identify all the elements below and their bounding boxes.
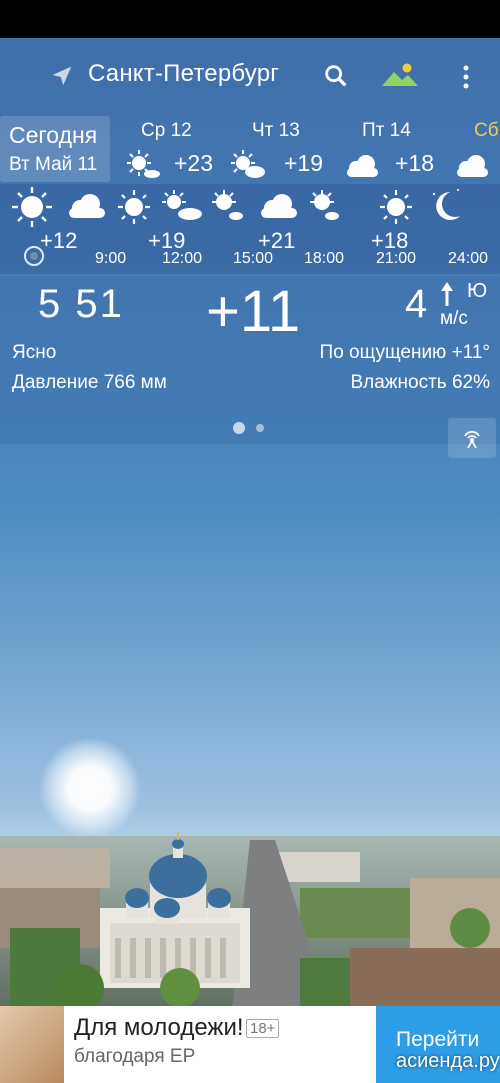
day-friday[interactable]: Пт 14 +18 — [340, 118, 440, 182]
hour-time: 21:00 — [376, 250, 417, 267]
sun-cloud-icon — [212, 190, 243, 220]
cloud-icon — [69, 194, 105, 218]
sun-glow — [40, 738, 140, 838]
current-temperature: +11 — [206, 279, 301, 344]
wind-direction: Ю — [467, 280, 488, 302]
hour-time: 18:00 — [304, 250, 345, 267]
day-wednesday[interactable]: Ср 12 +23 — [124, 118, 224, 182]
hour-time: 15:00 — [233, 250, 274, 267]
day-saturday[interactable]: Сб — [452, 118, 500, 182]
day-name: Сб — [474, 120, 499, 141]
hour-time: 24:00 — [448, 250, 489, 267]
current-conditions-panel[interactable]: 5 51 +11 4 Ю м/с Ясно По ощущению +11° Д… — [0, 276, 500, 444]
landscape-icon[interactable] — [380, 60, 420, 90]
location-arrow-icon[interactable] — [48, 62, 76, 90]
wind-speed: 4 — [405, 282, 428, 326]
page-indicator-active — [233, 422, 245, 434]
more-menu-icon[interactable] — [454, 62, 478, 92]
cloud-icon — [261, 194, 297, 218]
app-bar: Санкт-Петербург — [0, 38, 500, 114]
day-temp: +19 — [284, 150, 324, 176]
day-thursday[interactable]: Чт 13 +19 — [228, 118, 328, 182]
today-label: Сегодня — [9, 122, 98, 148]
day-name: Чт 13 — [252, 120, 300, 141]
hour-time: 12:00 — [162, 250, 203, 267]
current-time: 5 51 — [38, 282, 124, 326]
ad-image — [0, 1006, 64, 1083]
radar-button[interactable] — [448, 418, 496, 458]
wind-unit: м/с — [440, 308, 468, 329]
tab-today[interactable]: Сегодня Вт Май 11 — [0, 116, 110, 182]
cloud-icon — [347, 155, 378, 177]
watermark: асиенда.ру — [396, 1050, 500, 1072]
humidity: Влажность 62% — [350, 372, 490, 393]
pressure: Давление 766 мм — [12, 372, 167, 393]
cloud-icon — [457, 155, 488, 177]
day-temp: +18 — [395, 150, 435, 176]
city-name[interactable]: Санкт-Петербург — [88, 60, 279, 88]
hour-temp: +12 — [40, 228, 78, 253]
sun-cloud-icon — [162, 190, 202, 220]
search-icon[interactable] — [322, 62, 350, 90]
daily-forecast-strip: Сегодня Вт Май 11 Ср 12 +23 Чт 13 +19 Пт… — [0, 114, 500, 184]
hourly-forecast[interactable]: +12 +19 +21 +18 9:00 12:00 15:00 18:00 2… — [0, 184, 500, 274]
sun-cloud-icon — [310, 190, 339, 220]
day-temp: +23 — [174, 150, 214, 176]
ad-title: Для молодежи! — [74, 1014, 244, 1041]
day-name: Пт 14 — [362, 120, 411, 141]
feels-like: По ощущению +11° — [319, 342, 490, 363]
ad-subtitle: благодаря ЕР — [74, 1046, 196, 1067]
hour-time: 9:00 — [95, 250, 127, 267]
sun-icon — [118, 190, 150, 224]
day-name: Ср 12 — [141, 120, 192, 141]
ad-go-button-label: Перейти — [396, 1028, 480, 1051]
sun-icon — [380, 190, 412, 224]
sun-cloud-icon — [127, 150, 160, 178]
page-indicator — [256, 424, 264, 432]
ad-age-badge: 18+ — [246, 1019, 280, 1038]
sun-icon — [12, 187, 52, 227]
today-date: Вт Май 11 — [9, 154, 98, 175]
moon-icon — [432, 189, 460, 220]
broadcast-icon — [464, 430, 480, 449]
condition-text: Ясно — [12, 342, 57, 363]
city-background-image — [0, 832, 500, 1008]
wind-direction-arrow-icon — [441, 282, 453, 306]
sun-cloud-icon — [231, 150, 265, 178]
status-bar — [0, 0, 500, 38]
weather-screen: Санкт-Петербург Сегодня Вт Май 11 Ср 12 … — [0, 38, 500, 1083]
